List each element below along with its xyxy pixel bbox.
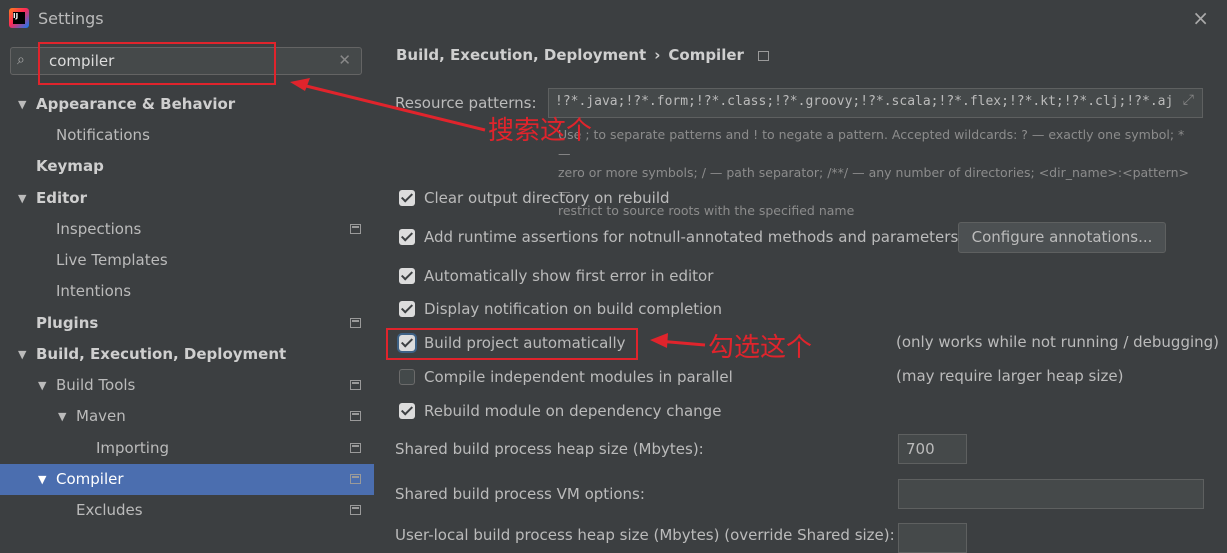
annotation-check-note: 勾选这个 xyxy=(708,333,813,363)
arrow-head-icon xyxy=(290,78,310,91)
annotation-search-note: 搜索这个 xyxy=(488,116,593,146)
annotation-arrows xyxy=(290,78,706,348)
arrow-head-icon xyxy=(650,333,668,348)
annotation-arrow-search xyxy=(297,82,486,132)
